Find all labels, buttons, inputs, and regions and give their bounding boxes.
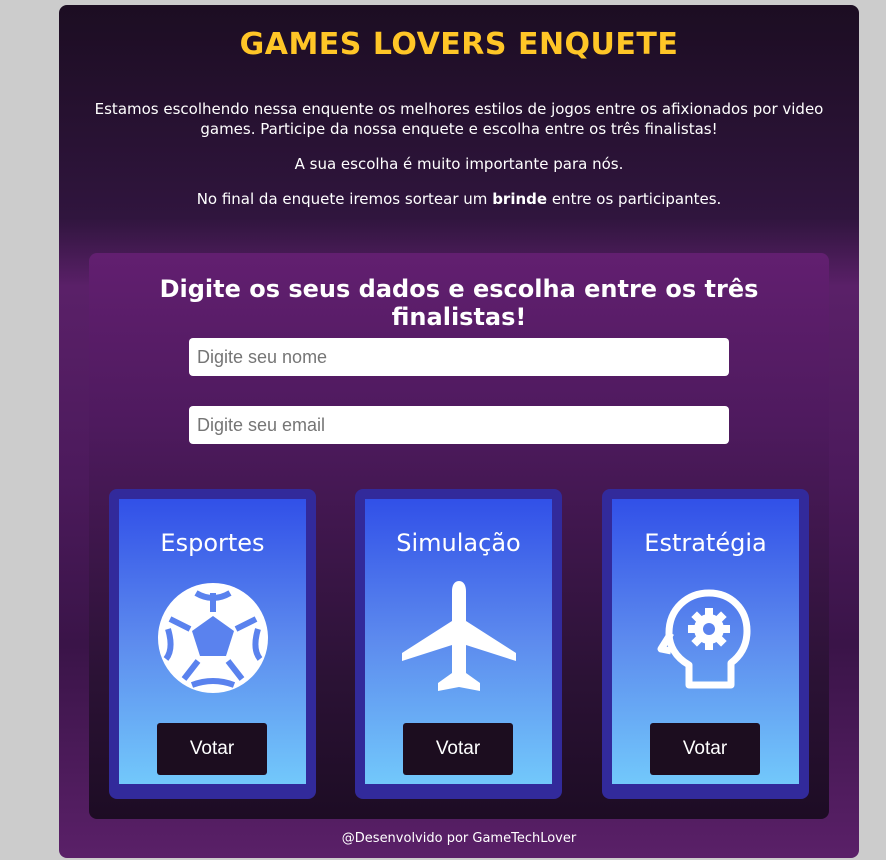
poll-form-card: Digite os seus dados e escolha entre os … [89, 253, 829, 819]
vote-button-estrategia[interactable]: Votar [650, 723, 760, 775]
intro-text: Estamos escolhendo nessa enquente os mel… [89, 99, 829, 224]
option-card-estrategia: Estratégia Votar [602, 489, 809, 799]
poll-page: GAMES LOVERS ENQUETE Estamos escolhendo … [59, 5, 859, 858]
email-input[interactable] [189, 406, 729, 444]
option-label-simulacao: Simulação [396, 529, 521, 557]
option-label-estrategia: Estratégia [644, 529, 767, 557]
option-label-esportes: Esportes [160, 529, 265, 557]
vote-button-simulacao[interactable]: Votar [403, 723, 513, 775]
intro-paragraph-1: Estamos escolhendo nessa enquente os mel… [94, 100, 824, 138]
head-gear-icon [649, 581, 763, 695]
intro-paragraph-3-end: entre os participantes. [547, 190, 722, 208]
vote-button-esportes[interactable]: Votar [157, 723, 267, 775]
intro-paragraph-2: A sua escolha é muito importante para nó… [294, 155, 624, 173]
prize-highlight: brinde [492, 190, 548, 208]
intro-paragraph-3: No final da enquete iremos sortear um br… [89, 189, 829, 209]
intro-paragraph-3-start: No final da enquete iremos sortear um [196, 190, 493, 208]
soccer-ball-icon [156, 581, 270, 695]
name-input[interactable] [189, 338, 729, 376]
form-title: Digite os seus dados e escolha entre os … [159, 275, 759, 331]
option-card-esportes: Esportes Votar [109, 489, 316, 799]
option-card-simulacao-panel: Simulação Votar [365, 499, 552, 784]
option-card-estrategia-panel: Estratégia Votar [612, 499, 799, 784]
option-card-simulacao: Simulação Votar [355, 489, 562, 799]
page-title: GAMES LOVERS ENQUETE [239, 27, 679, 62]
footer-credit: @Desenvolvido por GameTechLover [341, 831, 577, 846]
option-card-esportes-panel: Esportes Votar [119, 499, 306, 784]
airplane-icon [402, 581, 516, 695]
